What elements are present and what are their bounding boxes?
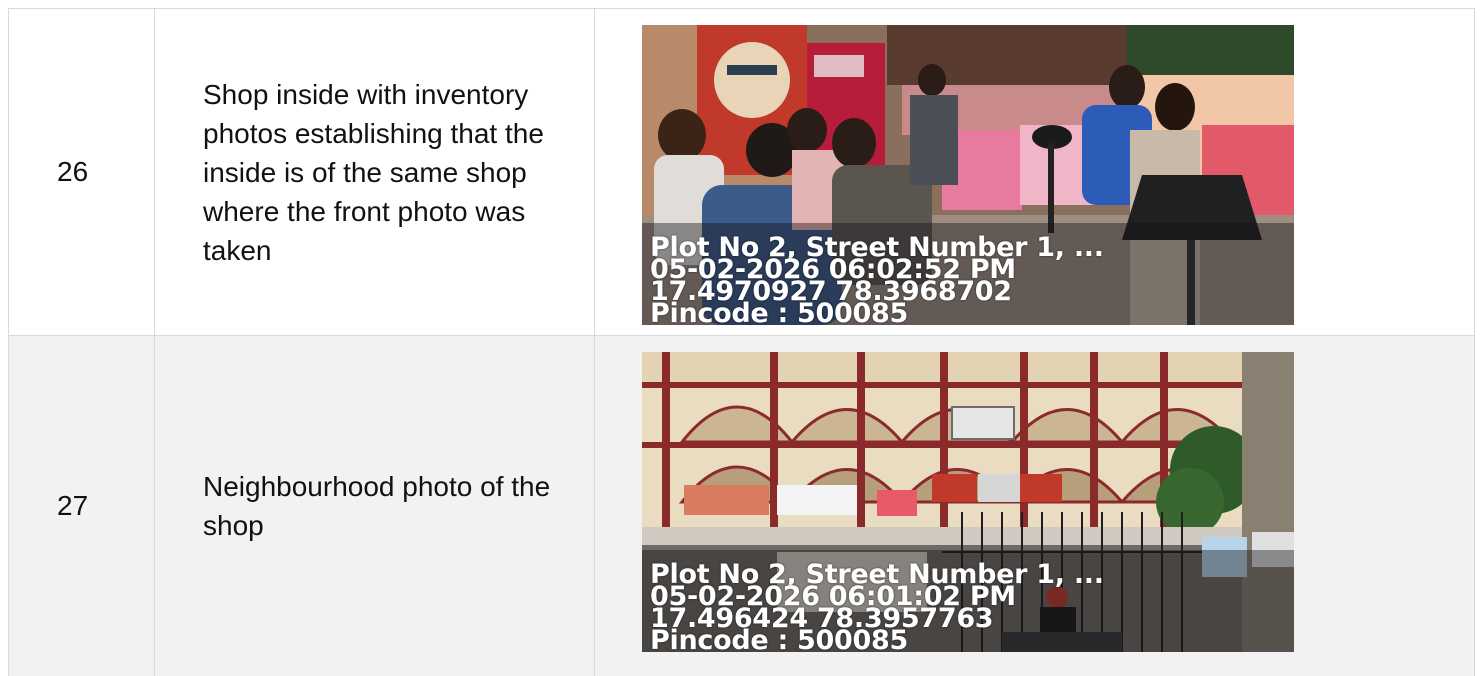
table-row: 26 Shop inside with inventory photos est… [9, 9, 1475, 336]
geo-stamp: Plot No 2, Street Number 1, ... 05-02-20… [650, 561, 1104, 652]
photo-cell: Plot No 2, Street Number 1, ... 05-02-20… [595, 336, 1475, 676]
neighbourhood-photo[interactable]: Plot No 2, Street Number 1, ... 05-02-20… [642, 352, 1294, 652]
stamp-pincode: Pincode : 500085 [650, 625, 908, 652]
stamp-pincode: Pincode : 500085 [650, 298, 908, 325]
description-text: Neighbourhood photo of the shop [203, 471, 551, 541]
row-number: 26 [9, 9, 155, 335]
row-description: Neighbourhood photo of the shop [155, 336, 595, 676]
row-description: Shop inside with inventory photos establ… [155, 9, 595, 335]
photo-cell: Plot No 2, Street Number 1, ... 05-02-20… [595, 9, 1475, 335]
shop-interior-photo[interactable]: Plot No 2, Street Number 1, ... 05-02-20… [642, 25, 1294, 325]
table-row: 27 Neighbourhood photo of the shop Plot … [9, 336, 1475, 676]
description-text: Shop inside with inventory photos establ… [203, 78, 544, 266]
geo-stamp: Plot No 2, Street Number 1, ... 05-02-20… [650, 234, 1104, 325]
evidence-table: 26 Shop inside with inventory photos est… [8, 8, 1475, 676]
row-number: 27 [9, 336, 155, 676]
